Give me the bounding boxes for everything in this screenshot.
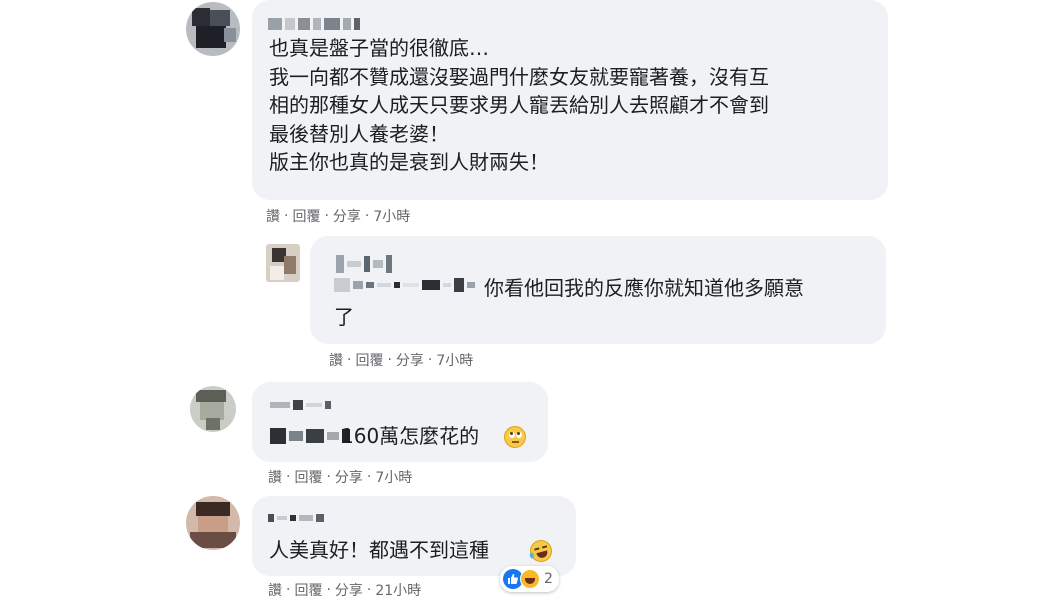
commenter-name-redacted[interactable] [336,255,392,273]
mentioned-name-redacted[interactable] [270,428,350,444]
separator: · [364,208,370,224]
reply-link[interactable]: 回覆 [292,206,320,226]
separator: · [286,469,291,485]
separator: · [366,582,372,596]
comment-text: 人美真好！都遇不到這種 [269,538,489,562]
share-link[interactable]: 分享 [333,206,361,226]
avatar[interactable] [190,386,236,432]
like-link[interactable]: 讚 [268,580,282,596]
rolling-eyes-emoji [504,426,526,448]
commenter-name-redacted[interactable] [270,400,331,410]
separator: · [347,352,352,368]
avatar[interactable] [186,496,240,550]
haha-reaction-icon [520,569,540,589]
timestamp[interactable]: 7小時 [375,467,412,487]
commenter-name-redacted[interactable] [268,18,360,30]
separator: · [324,208,329,224]
reply-link[interactable]: 回覆 [294,580,322,596]
share-link[interactable]: 分享 [396,350,424,370]
comment-actions: 讚 · 回覆 · 分享 · 7小時 [266,206,410,226]
comment-text: 你看他回我的反應你就知道他多願意 了 [334,276,804,329]
like-link[interactable]: 讚 [266,206,280,226]
reactions-badge[interactable]: 2 [500,566,559,592]
reply-link[interactable]: 回覆 [294,467,322,487]
separator: · [326,582,331,596]
share-link[interactable]: 分享 [335,467,363,487]
separator: · [284,208,289,224]
like-link[interactable]: 讚 [268,467,282,487]
separator: · [427,352,433,368]
separator: · [387,352,392,368]
commenter-name-redacted[interactable] [268,514,324,522]
avatar[interactable] [266,244,300,282]
comment-text: 也真是盤子當的很徹底… 我一向都不贊成還沒娶過門什麼女友就要寵著養，沒有互 相的… [269,36,769,174]
comment-actions: 讚 · 回覆 · 分享 · 7小時 [268,467,412,487]
avatar[interactable] [186,2,240,56]
comment-actions: 讚 · 回覆 · 分享 · 7小時 [329,350,473,370]
like-link[interactable]: 讚 [329,350,343,370]
separator: · [286,582,291,596]
reaction-count: 2 [544,571,553,587]
timestamp[interactable]: 7小時 [436,350,473,370]
timestamp[interactable]: 21小時 [375,580,421,596]
separator: · [326,469,331,485]
reply-link[interactable]: 回覆 [355,350,383,370]
comment-actions: 讚 · 回覆 · 分享 · 21小時 [268,580,421,596]
separator: · [366,469,372,485]
timestamp[interactable]: 7小時 [373,206,410,226]
share-link[interactable]: 分享 [335,580,363,596]
